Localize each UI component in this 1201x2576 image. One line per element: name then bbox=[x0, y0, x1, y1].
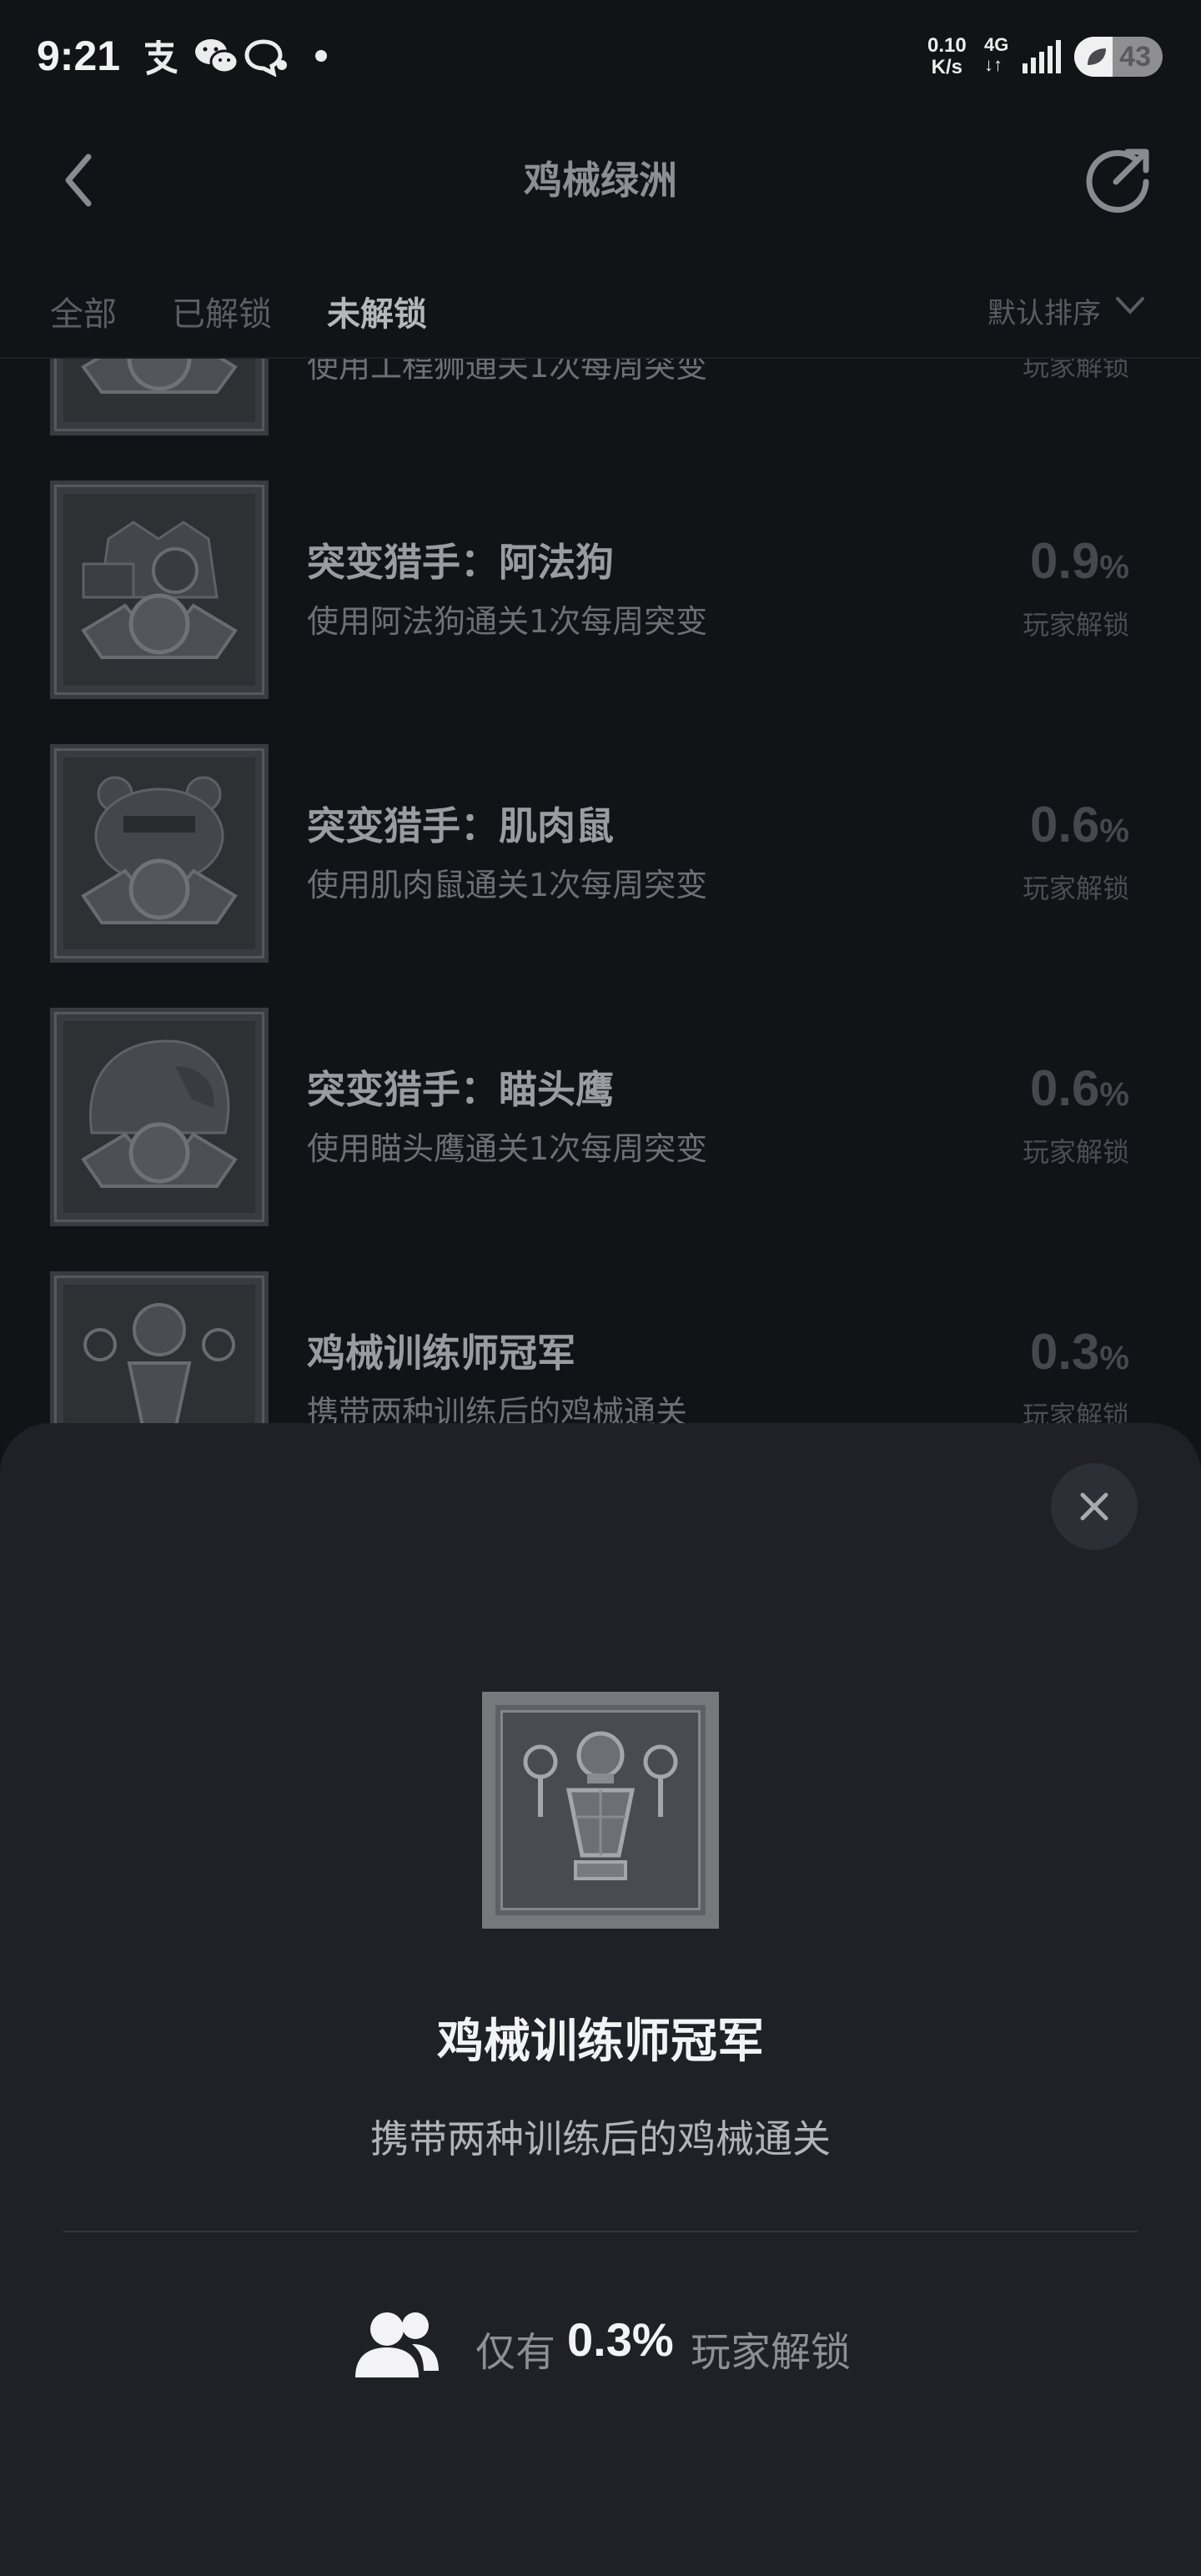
network-label: 4G bbox=[984, 34, 1009, 55]
trophy-badge-icon bbox=[523, 1731, 678, 1880]
unlock-percent: 0.6% bbox=[1030, 796, 1129, 853]
network-type: 4G ↓↑ bbox=[984, 35, 1008, 75]
achievement-desc: 使用阿法狗通关1次每周突变 bbox=[307, 603, 708, 640]
tab-unlocked[interactable]: 已解锁 bbox=[172, 287, 272, 335]
list-item[interactable]: 突变猎手：瞄头鹰 使用瞄头鹰通关1次每周突变 0.6% 玩家解锁 bbox=[0, 1008, 1201, 1250]
unlock-label: 玩家解锁 bbox=[1022, 873, 1129, 904]
achievement-badge bbox=[50, 480, 269, 699]
status-bar: 9:21 0.10 K/s 4G ↓↑ 43 bbox=[0, 0, 1201, 108]
net-speed-value: 0.10 bbox=[927, 34, 967, 57]
status-time: 9:21 bbox=[37, 33, 121, 79]
wechat-icon bbox=[195, 39, 239, 74]
list-item[interactable]: 突变猎手：阿法狗 使用阿法狗通关1次每周突变 0.9% 玩家解锁 bbox=[0, 480, 1201, 722]
close-button[interactable] bbox=[1051, 1463, 1138, 1550]
unlock-percent-unit: % bbox=[1099, 549, 1129, 586]
players-percent: 0.3% bbox=[567, 2313, 674, 2366]
achievement-title: 突变猎手：瞄头鹰 bbox=[307, 1067, 614, 1112]
achievement-desc: 使用肌肉鼠通关1次每周突变 bbox=[307, 867, 708, 903]
unlock-percent-unit: % bbox=[1099, 1340, 1129, 1376]
app-root: 9:21 0.10 K/s 4G ↓↑ 43 鸡械绿洲 全部 已解锁 未解锁 默… bbox=[0, 0, 1201, 2576]
sort-dropdown[interactable]: 默认排序 bbox=[987, 290, 1101, 331]
chat-icon bbox=[244, 39, 287, 77]
leaf-icon bbox=[1088, 48, 1106, 65]
unlock-percent-value: 0.3 bbox=[1030, 1324, 1100, 1380]
sheet-title: 鸡械训练师冠军 bbox=[437, 2015, 764, 2069]
achievement-title: 突变猎手：肌肉鼠 bbox=[307, 803, 614, 848]
achievement-detail-sheet: 鸡械训练师冠军 携带两种训练后的鸡械通关 仅有 0.3% 玩家解锁 bbox=[0, 1423, 1201, 2576]
players-prefix: 仅有 bbox=[475, 2329, 556, 2376]
unlock-percent-value: 0.6 bbox=[1030, 797, 1100, 853]
sheet-desc: 携带两种训练后的鸡械通关 bbox=[370, 2116, 831, 2161]
owl-badge-icon bbox=[81, 1039, 238, 1188]
header-divider bbox=[0, 357, 1201, 359]
tab-all[interactable]: 全部 bbox=[50, 287, 117, 335]
close-icon[interactable] bbox=[1078, 1490, 1111, 1523]
achievement-title: 鸡械训练师冠军 bbox=[307, 1331, 575, 1376]
unlock-percent-unit: % bbox=[1099, 1076, 1129, 1113]
list-item[interactable]: 突变猎手：肌肉鼠 使用肌肉鼠通关1次每周突变 0.6% 玩家解锁 bbox=[0, 744, 1201, 986]
signal-icon bbox=[1023, 40, 1061, 73]
unlock-percent-value: 0.6 bbox=[1030, 1060, 1100, 1116]
share-button[interactable] bbox=[1084, 143, 1154, 214]
players-suffix: 玩家解锁 bbox=[691, 2329, 852, 2376]
dog-badge-icon bbox=[81, 521, 238, 659]
unlock-percent: 0.9% bbox=[1030, 532, 1129, 590]
header: 鸡械绿洲 全部 已解锁 未解锁 默认排序 bbox=[0, 108, 1201, 359]
page-title: 鸡械绿洲 bbox=[524, 158, 677, 203]
alipay-icon bbox=[145, 40, 178, 76]
rat-badge-icon bbox=[81, 776, 238, 924]
achievement-title: 突变猎手：阿法狗 bbox=[307, 540, 614, 585]
achievement-badge bbox=[50, 744, 269, 963]
data-arrows-icon: ↓↑ bbox=[984, 54, 1003, 75]
net-speed-unit: K/s bbox=[931, 56, 963, 78]
tab-locked[interactable]: 未解锁 bbox=[327, 287, 427, 335]
unlock-percent: 0.6% bbox=[1030, 1059, 1129, 1117]
unlock-percent-unit: % bbox=[1099, 813, 1129, 849]
battery-level: 43 bbox=[1119, 41, 1151, 73]
unlock-label: 玩家解锁 bbox=[1022, 1136, 1129, 1168]
battery-icon: 43 bbox=[1074, 37, 1163, 77]
users-icon bbox=[355, 2312, 439, 2377]
divider bbox=[63, 2231, 1138, 2232]
net-speed: 0.10 K/s bbox=[927, 35, 967, 78]
achievement-desc: 使用瞄头鹰通关1次每周突变 bbox=[307, 1130, 708, 1167]
dot-icon bbox=[315, 50, 327, 62]
achievement-badge bbox=[50, 1008, 269, 1226]
unlock-percent: 0.3% bbox=[1030, 1323, 1129, 1381]
achievement-badge-large bbox=[482, 1692, 719, 1929]
unlock-label: 玩家解锁 bbox=[1022, 609, 1129, 641]
unlock-percent-value: 0.9 bbox=[1030, 533, 1100, 589]
chevron-down-icon[interactable] bbox=[1114, 294, 1146, 319]
